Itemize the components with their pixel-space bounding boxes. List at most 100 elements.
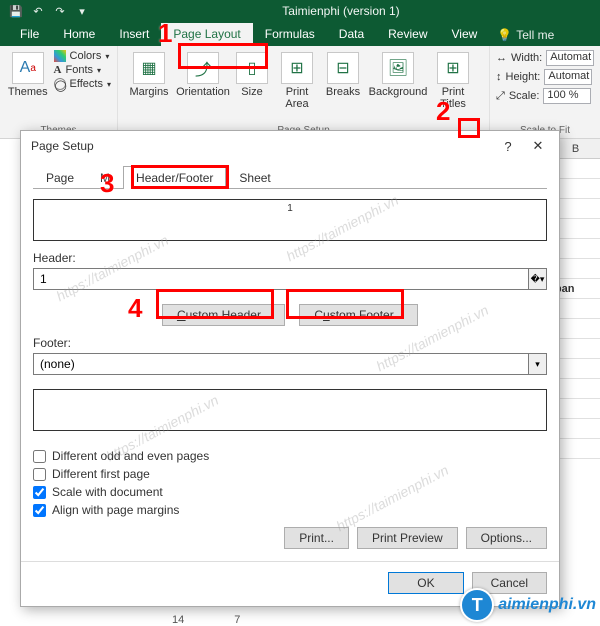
chk-first-page-box[interactable] — [33, 468, 46, 481]
margins-button[interactable]: ▦ Margins — [124, 50, 174, 98]
dialog-tab-sheet[interactable]: Sheet — [226, 166, 283, 189]
chk-align-box[interactable] — [33, 504, 46, 517]
ok-button[interactable]: OK — [388, 572, 463, 594]
logo-icon: T — [460, 588, 494, 622]
print-preview-button[interactable]: Print Preview — [357, 527, 458, 549]
background-icon: 🖼 — [382, 52, 414, 84]
scale-icon: ⤢ — [496, 90, 505, 103]
themes-button[interactable]: Aa Themes — [6, 50, 50, 98]
dialog-title: Page Setup — [31, 139, 94, 153]
callout-2: 2 — [436, 96, 450, 127]
orientation-icon: ⤴ — [187, 52, 219, 84]
tab-review[interactable]: Review — [376, 23, 439, 46]
dialog-help-button[interactable]: ? — [493, 135, 523, 157]
chk-odd-even[interactable]: Different odd and even pages — [33, 449, 547, 463]
orientation-button[interactable]: ⤴ Orientation — [178, 50, 228, 98]
redo-icon[interactable]: ↷ — [52, 3, 68, 19]
breaks-button[interactable]: ⊟ Breaks — [322, 50, 364, 98]
background-button[interactable]: 🖼Background — [368, 50, 428, 98]
print-titles-icon: ⊞ — [437, 52, 469, 84]
print-button[interactable]: Print... — [284, 527, 349, 549]
group-page-setup: ▦Margins ⤴Orientation ▯Size ⊞Print Area … — [118, 46, 490, 138]
colors-label: Colors — [70, 50, 102, 62]
themes-icon: Aa — [12, 52, 44, 84]
footer-label: Footer: — [33, 336, 547, 350]
callout-4: 4 — [128, 293, 142, 324]
tab-formulas[interactable]: Formulas — [253, 23, 327, 46]
margins-icon: ▦ — [133, 52, 165, 84]
chk-odd-even-box[interactable] — [33, 450, 46, 463]
footer-combo[interactable]: ▾ — [33, 353, 547, 375]
page-setup-dialog: Page Setup ? ✕ Page M Header/Footer Shee… — [20, 130, 560, 607]
group-themes: Aa Themes Colors▾ AFonts▾ ◯Effects▾ Them… — [0, 46, 118, 138]
footer-preview — [33, 389, 547, 431]
tab-data[interactable]: Data — [327, 23, 376, 46]
size-icon: ▯ — [236, 52, 268, 84]
print-label: Print... — [299, 531, 334, 545]
footer-dropdown-icon[interactable]: ▾ — [529, 353, 547, 375]
scale-label: Scale: — [509, 90, 540, 102]
dialog-close-button[interactable]: ✕ — [523, 135, 553, 157]
width-field[interactable]: Automat — [546, 50, 594, 66]
margins-label: Margins — [129, 86, 168, 98]
chk-scale-box[interactable] — [33, 486, 46, 499]
quick-access-toolbar: 💾 ↶ ↷ ▾ — [8, 3, 90, 19]
ok-label: OK — [417, 576, 434, 590]
tab-file[interactable]: File — [8, 23, 51, 46]
tab-page-layout[interactable]: Page Layout — [161, 23, 252, 46]
separator — [21, 561, 559, 562]
chk-first-page-label: Different first page — [52, 467, 150, 481]
tell-me[interactable]: 💡 Tell me — [489, 24, 562, 46]
colors-button[interactable]: Colors▾ — [54, 50, 111, 62]
options-button[interactable]: Options... — [466, 527, 547, 549]
colors-icon — [54, 50, 66, 62]
chk-scale[interactable]: Scale with document — [33, 485, 547, 499]
header-label: Header: — [33, 251, 547, 265]
tab-insert[interactable]: Insert — [107, 23, 161, 46]
dialog-tab-header-footer[interactable]: Header/Footer — [123, 166, 226, 189]
breaks-label: Breaks — [326, 86, 360, 98]
chk-odd-even-label: Different odd and even pages — [52, 449, 209, 463]
dialog-tab-page[interactable]: Page — [33, 166, 87, 189]
footer-input[interactable] — [33, 353, 529, 375]
effects-label: Effects — [70, 78, 103, 90]
size-label: Size — [241, 86, 262, 98]
logo-text: aimienphi.vn — [498, 596, 596, 614]
chk-align[interactable]: Align with page margins — [33, 503, 547, 517]
dialog-titlebar: Page Setup ? ✕ — [21, 131, 559, 161]
chevron-down-icon: ▾ — [105, 52, 109, 61]
undo-icon[interactable]: ↶ — [30, 3, 46, 19]
qat-dropdown-icon[interactable]: ▾ — [74, 3, 90, 19]
chk-first-page[interactable]: Different first page — [33, 467, 547, 481]
custom-header-button[interactable]: CCustom Header...ustom Header... — [162, 304, 285, 326]
row-num: 14 — [172, 614, 184, 626]
fonts-icon: A — [54, 64, 62, 76]
tab-view[interactable]: View — [440, 23, 490, 46]
scale-field[interactable]: 100 % — [543, 88, 591, 104]
header-input[interactable] — [33, 268, 529, 290]
custom-footer-button[interactable]: Custom Footer... — [299, 304, 418, 326]
fonts-label: Fonts — [66, 64, 94, 76]
height-label: Height: — [506, 71, 541, 83]
header-dropdown-icon[interactable]: �▾ — [529, 268, 547, 290]
effects-button[interactable]: ◯Effects▾ — [54, 78, 111, 90]
ribbon-tabs: File Home Insert Page Layout Formulas Da… — [0, 22, 600, 46]
callout-1: 1 — [158, 18, 172, 49]
height-field[interactable]: Automat — [544, 69, 592, 85]
site-logo: T aimienphi.vn — [460, 588, 596, 622]
chevron-down-icon: ▾ — [107, 80, 111, 89]
height-icon: ↕ — [496, 71, 502, 83]
tab-home[interactable]: Home — [51, 23, 107, 46]
header-combo[interactable]: �▾ — [33, 268, 547, 290]
bulb-icon: 💡 — [497, 28, 512, 42]
print-area-icon: ⊞ — [281, 52, 313, 84]
print-area-button[interactable]: ⊞Print Area — [276, 50, 318, 110]
orientation-label: Orientation — [176, 86, 230, 98]
fonts-button[interactable]: AFonts▾ — [54, 64, 111, 76]
save-icon[interactable]: 💾 — [8, 3, 24, 19]
width-label: Width: — [511, 52, 542, 64]
row-num: 7 — [234, 614, 240, 626]
print-area-label: Print Area — [285, 86, 308, 110]
breaks-icon: ⊟ — [327, 52, 359, 84]
size-button[interactable]: ▯ Size — [232, 50, 272, 98]
